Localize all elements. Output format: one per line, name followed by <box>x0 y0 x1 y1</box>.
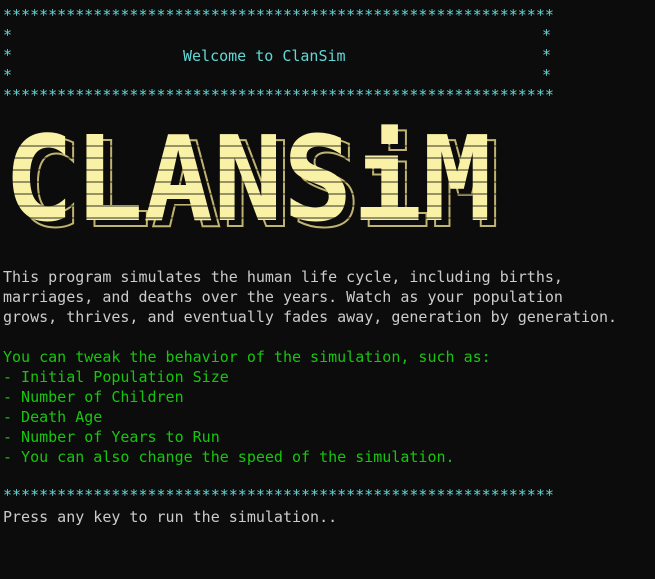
option-item-population: - Initial Population Size <box>3 368 229 386</box>
clansim-ascii-banner: CLANSiM CLANSiM <box>0 122 520 242</box>
welcome-title: Welcome to ClanSim <box>183 47 346 65</box>
description-line-1: This program simulates the human life cy… <box>3 268 563 286</box>
header-border-top: ****************************************… <box>3 6 554 24</box>
option-item-children: - Number of Children <box>3 388 184 406</box>
option-item-years: - Number of Years to Run <box>3 428 220 446</box>
description-line-2: marriages, and deaths over the years. Wa… <box>3 288 563 306</box>
header-side-right-1: * <box>542 26 552 44</box>
header-side-left-3: * <box>3 66 13 84</box>
header-side-right-3: * <box>542 66 552 84</box>
header-border-bottom: ****************************************… <box>3 86 554 104</box>
options-intro: You can tweak the behavior of the simula… <box>3 348 491 366</box>
option-item-death-age: - Death Age <box>3 408 103 426</box>
header-side-left-2: * <box>3 46 13 64</box>
option-item-speed: - You can also change the speed of the s… <box>3 448 455 466</box>
run-prompt: Press any key to run the simulation.. <box>3 508 338 526</box>
header-side-right-2: * <box>542 46 552 64</box>
footer-border: ****************************************… <box>3 486 554 504</box>
description-line-3: grows, thrives, and eventually fades awa… <box>3 308 618 326</box>
terminal-window[interactable]: ****************************************… <box>0 0 655 579</box>
header-side-left-1: * <box>3 26 13 44</box>
